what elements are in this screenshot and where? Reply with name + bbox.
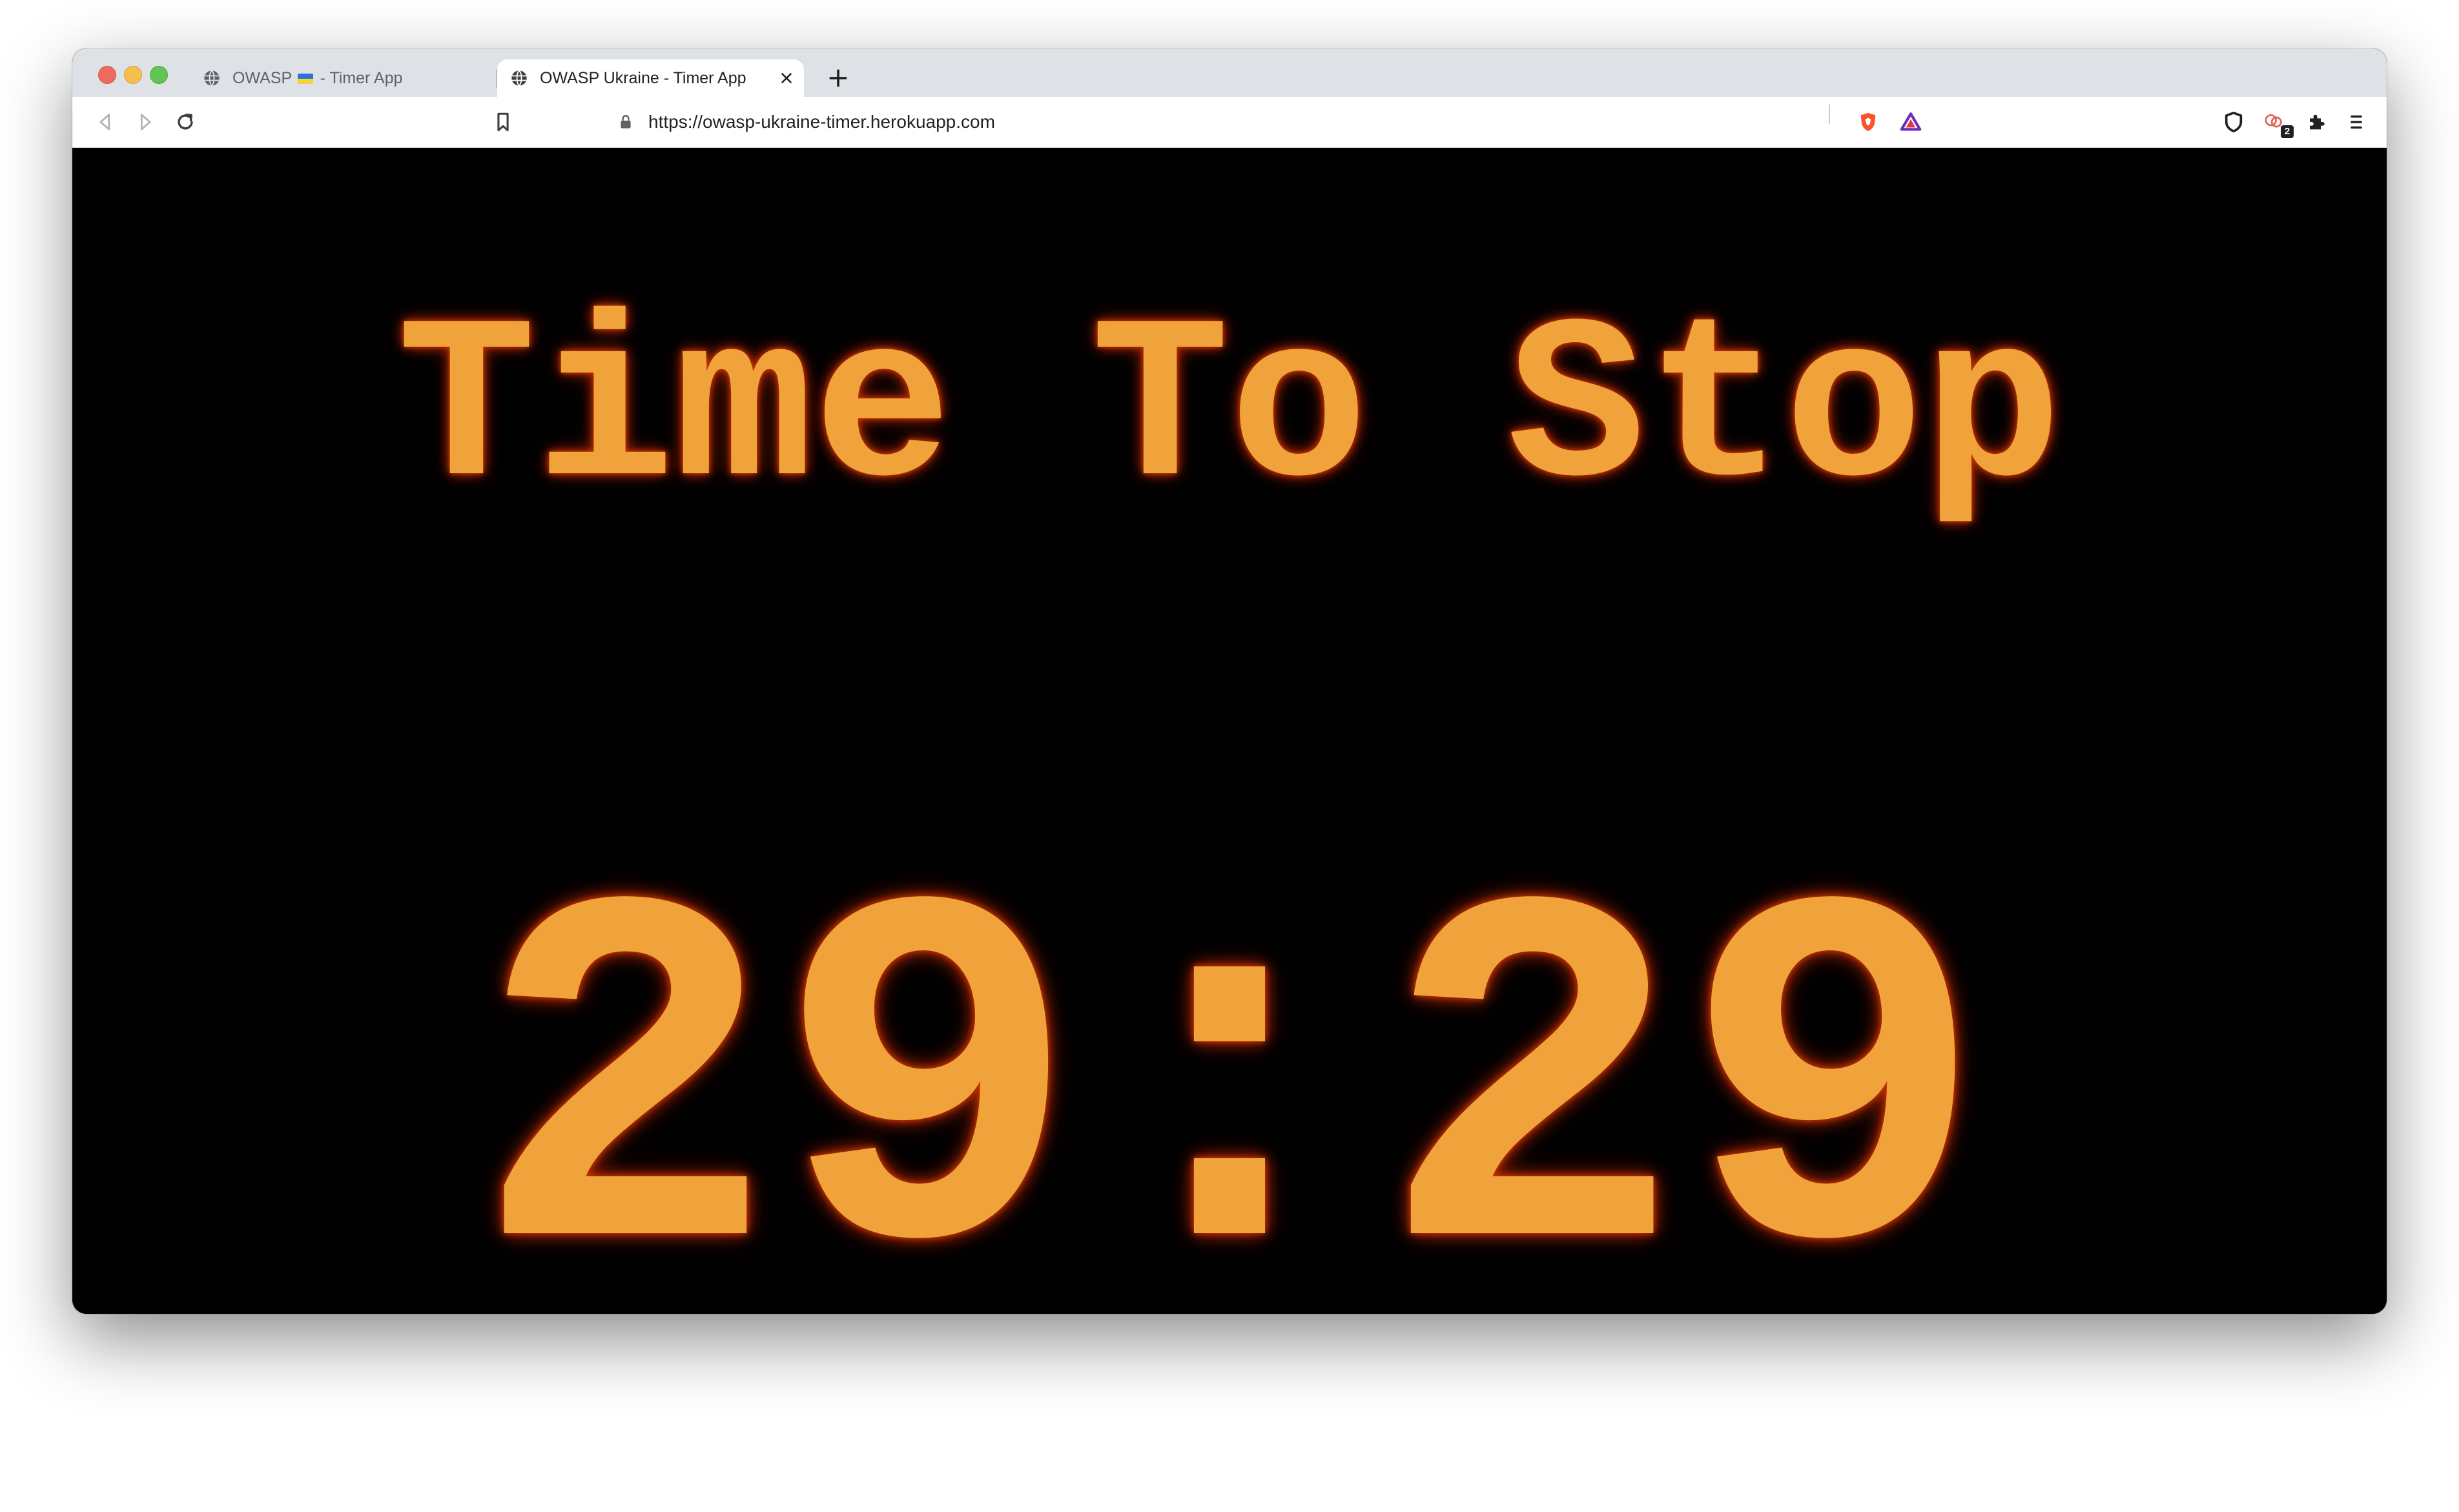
shield-extension-icon[interactable] xyxy=(2223,111,2245,133)
close-tab-icon[interactable] xyxy=(778,70,795,87)
page-content: Time To Stop 29:29 xyxy=(72,148,2387,1314)
brave-rewards-icon[interactable] xyxy=(1900,111,1922,133)
window-minimize-button[interactable] xyxy=(124,66,142,84)
tab-owasp-timer[interactable]: OWASP - Timer App xyxy=(190,59,497,97)
window-close-button[interactable] xyxy=(98,66,116,84)
globe-icon xyxy=(204,70,220,87)
url-text[interactable]: https://owasp-ukraine-timer.herokuapp.co… xyxy=(648,112,995,132)
address-bar[interactable]: https://owasp-ukraine-timer.herokuapp.co… xyxy=(533,105,1986,139)
forward-icon[interactable] xyxy=(134,111,156,133)
globe-icon xyxy=(511,70,527,87)
ukraine-flag-icon xyxy=(297,73,313,84)
puzzle-icon[interactable] xyxy=(2305,111,2327,133)
tab-title: OWASP Ukraine - Timer App xyxy=(540,68,746,87)
window-maximize-button[interactable] xyxy=(150,66,168,84)
brave-shields-icon[interactable] xyxy=(1857,111,1879,133)
tab-owasp-ukraine-timer[interactable]: OWASP Ukraine - Timer App xyxy=(497,59,804,97)
browser-window: OWASP - Timer App OWASP Ukraine - Timer … xyxy=(72,48,2387,1314)
new-tab-icon[interactable] xyxy=(825,65,851,91)
bookmark-icon[interactable] xyxy=(492,111,514,133)
browser-toolbar: https://owasp-ukraine-timer.herokuapp.co… xyxy=(72,97,2387,148)
lock-icon[interactable] xyxy=(617,114,634,130)
menu-icon[interactable] xyxy=(2345,111,2367,133)
extension-badge: 2 xyxy=(2281,125,2294,138)
tab-title: OWASP - Timer App xyxy=(232,68,403,87)
tab-strip: OWASP - Timer App OWASP Ukraine - Timer … xyxy=(72,48,2387,97)
countdown-timer: 29:29 xyxy=(473,815,1986,1314)
page-heading: Time To Stop xyxy=(396,281,2063,543)
reload-icon[interactable] xyxy=(174,111,196,133)
back-icon[interactable] xyxy=(94,111,116,133)
toolbar-divider xyxy=(1829,105,1830,124)
